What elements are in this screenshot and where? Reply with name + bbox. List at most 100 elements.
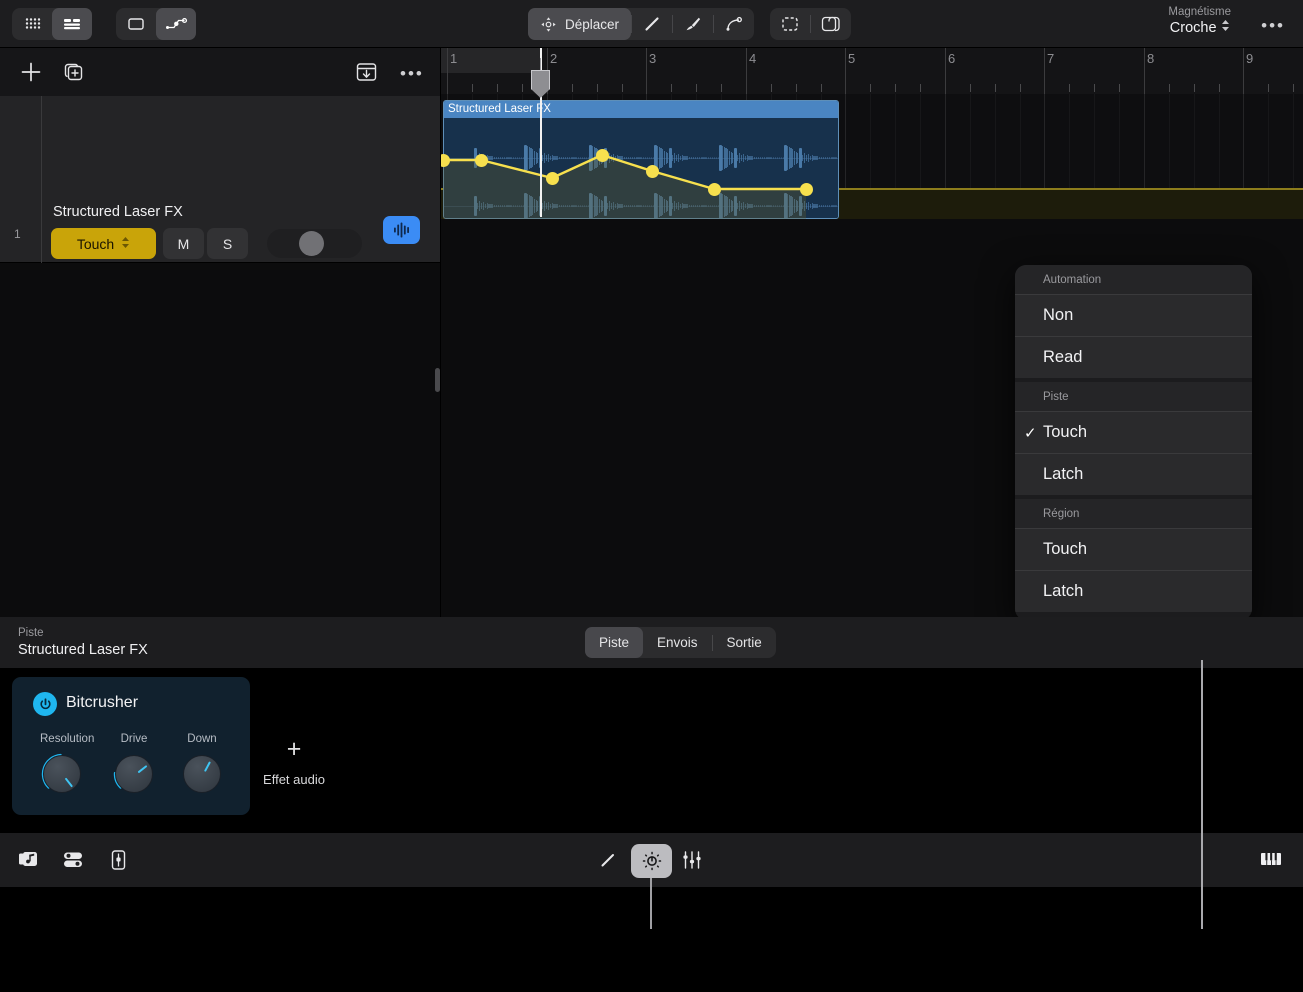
automation-point[interactable] (475, 154, 488, 167)
move-tool-label: Déplacer (565, 17, 619, 32)
menu-item[interactable]: Read (1015, 336, 1252, 378)
tab-piste[interactable]: Piste (585, 627, 643, 658)
ruler-tick (1268, 84, 1269, 92)
volume-slider-knob[interactable] (299, 231, 324, 256)
automation-point[interactable] (708, 183, 721, 196)
ruler-tick (1020, 84, 1021, 92)
knob-body[interactable] (183, 755, 221, 793)
mute-button[interactable]: M (163, 228, 204, 259)
brush-tool-icon[interactable] (673, 8, 713, 40)
ruler-bar-label: 9 (1246, 51, 1253, 66)
knob-resolution[interactable]: Resolution (40, 733, 94, 796)
copy-tool-icon[interactable] (811, 8, 851, 40)
automation-point[interactable] (441, 154, 450, 167)
ruler-bar-label: 8 (1147, 51, 1154, 66)
curve-tool-icon[interactable] (714, 8, 754, 40)
tab-envois[interactable]: Envois (643, 627, 712, 658)
knob-drive[interactable]: Drive (112, 733, 156, 796)
automation-point[interactable] (800, 183, 813, 196)
automation-curve[interactable] (441, 94, 1303, 219)
ruler-bar-label: 2 (550, 51, 557, 66)
tracks-view-icon[interactable] (52, 8, 92, 40)
ruler-bar-line (447, 48, 448, 94)
volume-slider[interactable] (267, 229, 362, 258)
menu-item[interactable]: Latch (1015, 570, 1252, 612)
fader-icon[interactable] (106, 848, 131, 872)
move-tool-button[interactable]: Déplacer (528, 8, 631, 40)
topbar-more-button[interactable]: ••• (1261, 16, 1285, 36)
waveform-icon[interactable] (383, 216, 420, 244)
snap-value-text: Croche (1170, 19, 1217, 37)
automation-point[interactable] (646, 165, 659, 178)
menu-item-label: Touch (1043, 540, 1087, 559)
snap-control[interactable]: Magnétisme Croche (1168, 5, 1231, 38)
ruler-tick (522, 84, 523, 92)
ruler-bar-line (1144, 48, 1145, 94)
mixer-icon[interactable] (680, 848, 704, 872)
automation-mode-label: Touch (77, 236, 114, 252)
tab-sortie[interactable]: Sortie (713, 627, 776, 658)
solo-button[interactable]: S (207, 228, 248, 259)
menu-item[interactable]: Touch (1015, 528, 1252, 570)
knob-body[interactable] (115, 755, 153, 793)
inspector-label: Piste (18, 627, 44, 639)
ruler-bar-label: 6 (948, 51, 955, 66)
knob-dial[interactable] (180, 752, 224, 796)
automation-view-icon[interactable] (156, 8, 196, 40)
grid-view-icon[interactable] (12, 8, 52, 40)
ruler-tick (1069, 84, 1070, 92)
move-tool-icon (540, 16, 557, 33)
power-icon[interactable] (33, 692, 57, 716)
menu-item-label: Non (1043, 306, 1073, 325)
tool-group: Déplacer (528, 8, 754, 40)
menu-item[interactable]: Non (1015, 294, 1252, 336)
import-icon[interactable] (355, 61, 378, 88)
pencil-icon[interactable] (596, 848, 620, 872)
piano-keyboard-icon[interactable] (1257, 848, 1285, 870)
ruler-bar-line (1044, 48, 1045, 94)
plus-icon[interactable] (19, 60, 43, 89)
knob-dial[interactable] (40, 752, 84, 796)
ruler-tick (821, 84, 822, 92)
automation-point[interactable] (546, 172, 559, 185)
ruler-tick (721, 84, 722, 92)
marquee-tool-icon[interactable] (770, 8, 810, 40)
sound-library-icon[interactable] (61, 848, 86, 872)
automation-toggle-connector (650, 878, 652, 929)
ruler-bar-label: 4 (749, 51, 756, 66)
inspector-automation-connector (1201, 660, 1203, 929)
ruler-tick (1293, 84, 1294, 92)
pencil-tool-icon[interactable] (632, 8, 672, 40)
track-row[interactable]: 1 Structured Laser FX Touch M S (0, 96, 441, 263)
track-panel-more-button[interactable]: ••• (400, 64, 424, 84)
ruler-tick (970, 84, 971, 92)
region-view-icon[interactable] (116, 8, 156, 40)
automation-mode-menu[interactable]: AutomationNonReadPiste✓TouchLatchRégionT… (1015, 265, 1252, 620)
menu-item[interactable]: Latch (1015, 453, 1252, 495)
check-icon: ✓ (1024, 424, 1037, 442)
menu-item-label: Latch (1043, 465, 1083, 484)
edit-tool-group (770, 8, 851, 40)
loops-browser-icon[interactable] (17, 848, 42, 872)
timeline-ruler[interactable]: 123456789 (441, 48, 1303, 94)
duplicate-track-icon[interactable] (62, 60, 86, 89)
knob-body[interactable] (43, 755, 81, 793)
ruler-tick (1169, 84, 1170, 92)
plugin-bitcrusher[interactable]: Bitcrusher ResolutionDriveDown (12, 677, 250, 815)
knob-dial[interactable] (112, 752, 156, 796)
add-audio-effect-button[interactable]: + Effet audio (263, 737, 325, 787)
menu-item[interactable]: ✓Touch (1015, 411, 1252, 453)
track-panel: ••• 1 Structured Laser FX Touch M S (0, 48, 441, 617)
add-audio-effect-label: Effet audio (263, 772, 325, 787)
top-toolbar: Déplacer (0, 0, 1303, 48)
ruler-tick (920, 84, 921, 92)
ruler-tick (597, 84, 598, 92)
track-panel-toolbar: ••• (0, 48, 441, 96)
ruler-tick (870, 84, 871, 92)
automation-toggle-icon[interactable] (631, 844, 672, 878)
ruler-tick (796, 84, 797, 92)
automation-mode-button[interactable]: Touch (51, 228, 156, 259)
snap-value[interactable]: Croche (1168, 19, 1231, 37)
knob-down[interactable]: Down (180, 733, 224, 796)
automation-point[interactable] (596, 149, 609, 162)
